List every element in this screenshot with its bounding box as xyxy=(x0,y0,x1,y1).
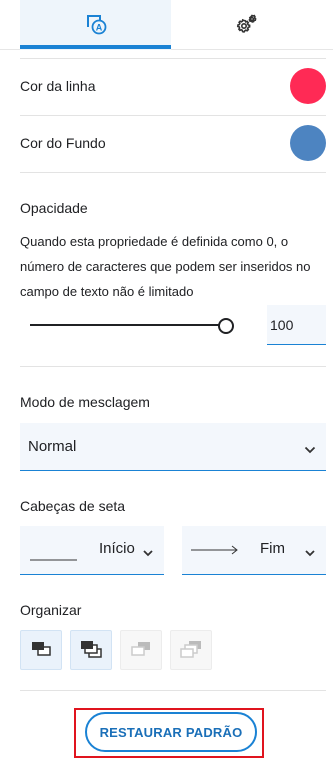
end-arrowhead-select[interactable]: Fim xyxy=(182,526,326,575)
divider xyxy=(20,172,326,173)
fill-color-label: Cor do Fundo xyxy=(20,135,106,151)
opacity-input[interactable]: 100 xyxy=(267,305,326,345)
chevron-down-icon xyxy=(143,544,153,560)
arrange-title: Organizar xyxy=(20,602,82,618)
start-arrowhead-select[interactable]: Início xyxy=(20,526,164,575)
opacity-description: Quando esta propriedade é definida como … xyxy=(20,234,311,299)
end-arrowhead-label: Fim xyxy=(260,540,285,557)
opacity-title: Opacidade xyxy=(20,200,88,216)
svg-text:A: A xyxy=(95,22,102,32)
chevron-down-icon xyxy=(305,544,315,560)
blend-mode-value: Normal xyxy=(28,438,77,455)
opacity-slider-thumb[interactable] xyxy=(218,318,234,334)
blend-mode-title: Modo de mesclagem xyxy=(20,394,150,410)
tab-bar: A xyxy=(0,0,333,50)
divider xyxy=(20,115,326,116)
gear-icon xyxy=(235,12,259,39)
bring-forward-button[interactable] xyxy=(20,630,62,670)
blend-mode-select[interactable]: Normal xyxy=(20,423,326,471)
no-arrow-line-icon xyxy=(30,549,78,565)
tab-text-style[interactable]: A xyxy=(20,0,171,50)
send-backward-button[interactable] xyxy=(120,630,162,670)
send-backward-icon xyxy=(130,640,152,661)
tab-settings[interactable] xyxy=(171,0,322,50)
bring-to-front-button[interactable] xyxy=(70,630,112,670)
chevron-down-icon xyxy=(304,441,316,457)
text-format-icon: A xyxy=(85,13,107,38)
divider xyxy=(20,690,326,691)
divider xyxy=(20,366,326,367)
arrowheads-title: Cabeças de seta xyxy=(20,498,126,514)
send-to-back-icon xyxy=(179,639,203,662)
active-tab-indicator xyxy=(20,45,171,49)
divider xyxy=(20,58,326,59)
arrow-line-icon xyxy=(191,543,239,559)
line-color-swatch[interactable] xyxy=(290,68,326,104)
send-to-back-button[interactable] xyxy=(170,630,212,670)
fill-color-swatch[interactable] xyxy=(290,125,326,161)
start-arrowhead-label: Início xyxy=(99,540,135,557)
opacity-slider-track[interactable] xyxy=(30,324,226,326)
bring-to-front-icon xyxy=(79,639,103,662)
reset-default-button[interactable]: RESTAURAR PADRÃO xyxy=(85,712,257,752)
bring-forward-icon xyxy=(30,640,52,661)
line-color-label: Cor da linha xyxy=(20,78,96,94)
